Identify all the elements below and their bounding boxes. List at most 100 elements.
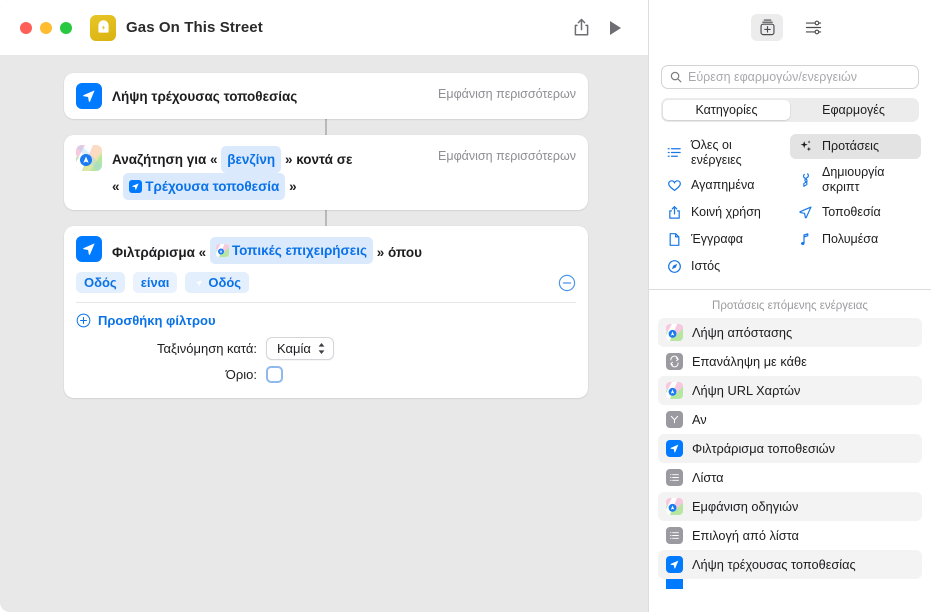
sidebar-item-suggestions[interactable]: Προτάσεις	[790, 134, 921, 159]
filter-operator-pill[interactable]: είναι	[132, 272, 178, 293]
list-item[interactable]: Λήψη απόστασης	[658, 318, 922, 347]
list-item-partial[interactable]	[658, 579, 922, 589]
sidebar-item-label: Έγγραφα	[691, 232, 743, 247]
token-current-location[interactable]: Τρέχουσα τοποθεσία	[123, 173, 286, 200]
filter-row[interactable]: Οδός είναι Οδός	[76, 269, 576, 303]
maps-icon	[666, 498, 683, 515]
sort-by-select[interactable]: Καμία	[266, 337, 334, 360]
suggestions-list: Λήψη απόστασης Επανάληψη με κάθε Λήψη UR…	[649, 318, 931, 612]
filter-field-pill[interactable]: Οδός	[76, 272, 125, 293]
sidebar-item-sharing[interactable]: Κοινή χρήση	[659, 200, 790, 225]
list-item-label: Λήψη URL Χαρτών	[692, 383, 801, 398]
categories-column-left: Όλες οι ενέργειες Αγαπημένα Κοινή χρήση …	[659, 134, 790, 279]
location-arrow-icon	[193, 277, 205, 289]
gas-pump-icon	[90, 14, 116, 41]
sliders-icon[interactable]	[797, 14, 829, 41]
filter-rows: Οδός είναι Οδός Προσθήκη φίλτρου Ταξινόμ…	[64, 269, 588, 398]
library-segmented-control: Κατηγορίες Εφαρμογές	[661, 98, 919, 122]
filter-value-pill[interactable]: Οδός	[185, 272, 250, 293]
sidebar-item-favorites[interactable]: Αγαπημένα	[659, 173, 790, 198]
sparkles-icon	[797, 138, 814, 155]
editor-pane: Gas On This Street Λήψη τρέχουσας τοποθε…	[0, 0, 648, 612]
maps-icon	[666, 382, 683, 399]
library-add-icon[interactable]	[751, 14, 783, 41]
token-gasoline[interactable]: βενζίνη	[221, 146, 282, 173]
remove-filter-button[interactable]	[558, 274, 576, 292]
sidebar-item-label: Τοποθεσία	[822, 205, 881, 220]
if-icon	[666, 411, 683, 428]
sidebar-item-documents[interactable]: Έγγραφα	[659, 227, 790, 252]
show-more-link[interactable]: Εμφάνιση περισσότερων	[438, 83, 576, 101]
action-text: Αναζήτηση για « βενζίνη » κοντά σε « Τρέ…	[112, 145, 424, 200]
repeat-icon	[666, 353, 683, 370]
list-item-label: Επιλογή από λίστα	[692, 528, 799, 543]
categories-grid: Όλες οι ενέργειες Αγαπημένα Κοινή χρήση …	[649, 122, 931, 290]
sidebar-item-location[interactable]: Τοποθεσία	[790, 200, 921, 225]
search-area	[649, 55, 931, 89]
filter-bottom-padding	[76, 386, 576, 398]
shortcuts-window: Gas On This Street Λήψη τρέχουσας τοποθε…	[0, 0, 931, 612]
list-item-label: Λήψη απόστασης	[692, 325, 793, 340]
list-item[interactable]: Φιλτράρισμα τοποθεσιών	[658, 434, 922, 463]
search-field[interactable]	[661, 65, 919, 89]
titlebar: Gas On This Street	[0, 0, 648, 55]
list-icon	[666, 469, 683, 486]
location-arrow-icon	[76, 83, 102, 109]
library-pane: Κατηγορίες Εφαρμογές Όλες οι ενέργειες	[648, 0, 931, 612]
list-item-label: Αν	[692, 412, 707, 427]
traffic-lights	[20, 21, 72, 34]
list-item[interactable]: Λίστα	[658, 463, 922, 492]
list-item[interactable]: Λήψη URL Χαρτών	[658, 376, 922, 405]
sidebar-item-media[interactable]: Πολυμέσα	[790, 227, 921, 252]
minimize-button[interactable]	[40, 21, 52, 34]
categories-column-right: Προτάσεις Δημιουργία σκριπτ Τοποθεσία Πο…	[790, 134, 921, 279]
add-filter-label: Προσθήκη φίλτρου	[98, 313, 216, 328]
share-button[interactable]	[564, 13, 598, 43]
limit-checkbox[interactable]	[266, 366, 283, 383]
sidebar-item-web[interactable]: Ιστός	[659, 254, 790, 279]
token-local-businesses[interactable]: Τοπικές επιχειρήσεις	[209, 237, 373, 264]
open-quote: «	[112, 179, 120, 194]
token-label: Τοπικές επιχειρήσεις	[231, 243, 367, 258]
tab-categories[interactable]: Κατηγορίες	[663, 100, 790, 120]
search-prefix: Αναζήτηση για «	[112, 152, 218, 167]
close-button[interactable]	[20, 21, 32, 34]
list-item-label: Λήψη τρέχουσας τοποθεσίας	[692, 557, 856, 572]
maps-icon	[666, 324, 683, 341]
sidebar-item-all-actions[interactable]: Όλες οι ενέργειες	[659, 134, 790, 171]
show-more-link[interactable]: Εμφάνιση περισσότερων	[438, 145, 576, 163]
sort-by-label: Ταξινόμηση κατά:	[157, 341, 257, 356]
add-filter-button[interactable]: Προσθήκη φίλτρου	[76, 303, 576, 334]
library-toolbar	[649, 0, 931, 55]
safari-compass-icon	[666, 258, 683, 275]
action-card-filter-locations[interactable]: Φιλτράρισμα « Τοπικές επιχειρήσεις » όπο…	[64, 226, 588, 398]
action-card-search-maps[interactable]: Αναζήτηση για « βενζίνη » κοντά σε « Τρέ…	[64, 135, 588, 210]
sort-by-value: Καμία	[277, 341, 311, 356]
connector-line	[325, 210, 327, 226]
zoom-button[interactable]	[60, 21, 72, 34]
sidebar-item-label: Ιστός	[691, 259, 721, 274]
list-item[interactable]: Λήψη τρέχουσας τοποθεσίας	[658, 550, 922, 579]
search-input[interactable]	[688, 70, 910, 84]
list-item[interactable]: Επανάληψη με κάθε	[658, 347, 922, 376]
limit-row: Όριο:	[76, 363, 576, 386]
location-arrow-icon	[666, 579, 683, 589]
location-arrow-icon	[797, 204, 814, 221]
sidebar-item-label: Προτάσεις	[822, 139, 879, 154]
token-label: βενζίνη	[227, 152, 276, 167]
tab-apps[interactable]: Εφαρμογές	[790, 100, 917, 120]
run-button[interactable]	[598, 13, 632, 43]
list-item[interactable]: Εμφάνιση οδηγιών	[658, 492, 922, 521]
token-label: Τρέχουσα τοποθεσία	[145, 179, 280, 194]
list-item[interactable]: Αν	[658, 405, 922, 434]
location-arrow-icon	[76, 236, 102, 262]
action-card-get-current-location[interactable]: Λήψη τρέχουσας τοποθεσίας Εμφάνιση περισ…	[64, 73, 588, 119]
sidebar-item-scripting[interactable]: Δημιουργία σκριπτ	[790, 161, 921, 198]
workflow-canvas: Λήψη τρέχουσας τοποθεσίας Εμφάνιση περισ…	[0, 55, 648, 612]
page-title: Gas On This Street	[126, 19, 263, 36]
maps-icon	[215, 244, 229, 257]
list-item[interactable]: Επιλογή από λίστα	[658, 521, 922, 550]
suggestions-header: Προτάσεις επόμενης ενέργειας	[649, 290, 931, 318]
heart-icon	[666, 177, 683, 194]
filter-suffix: » όπου	[376, 245, 422, 260]
